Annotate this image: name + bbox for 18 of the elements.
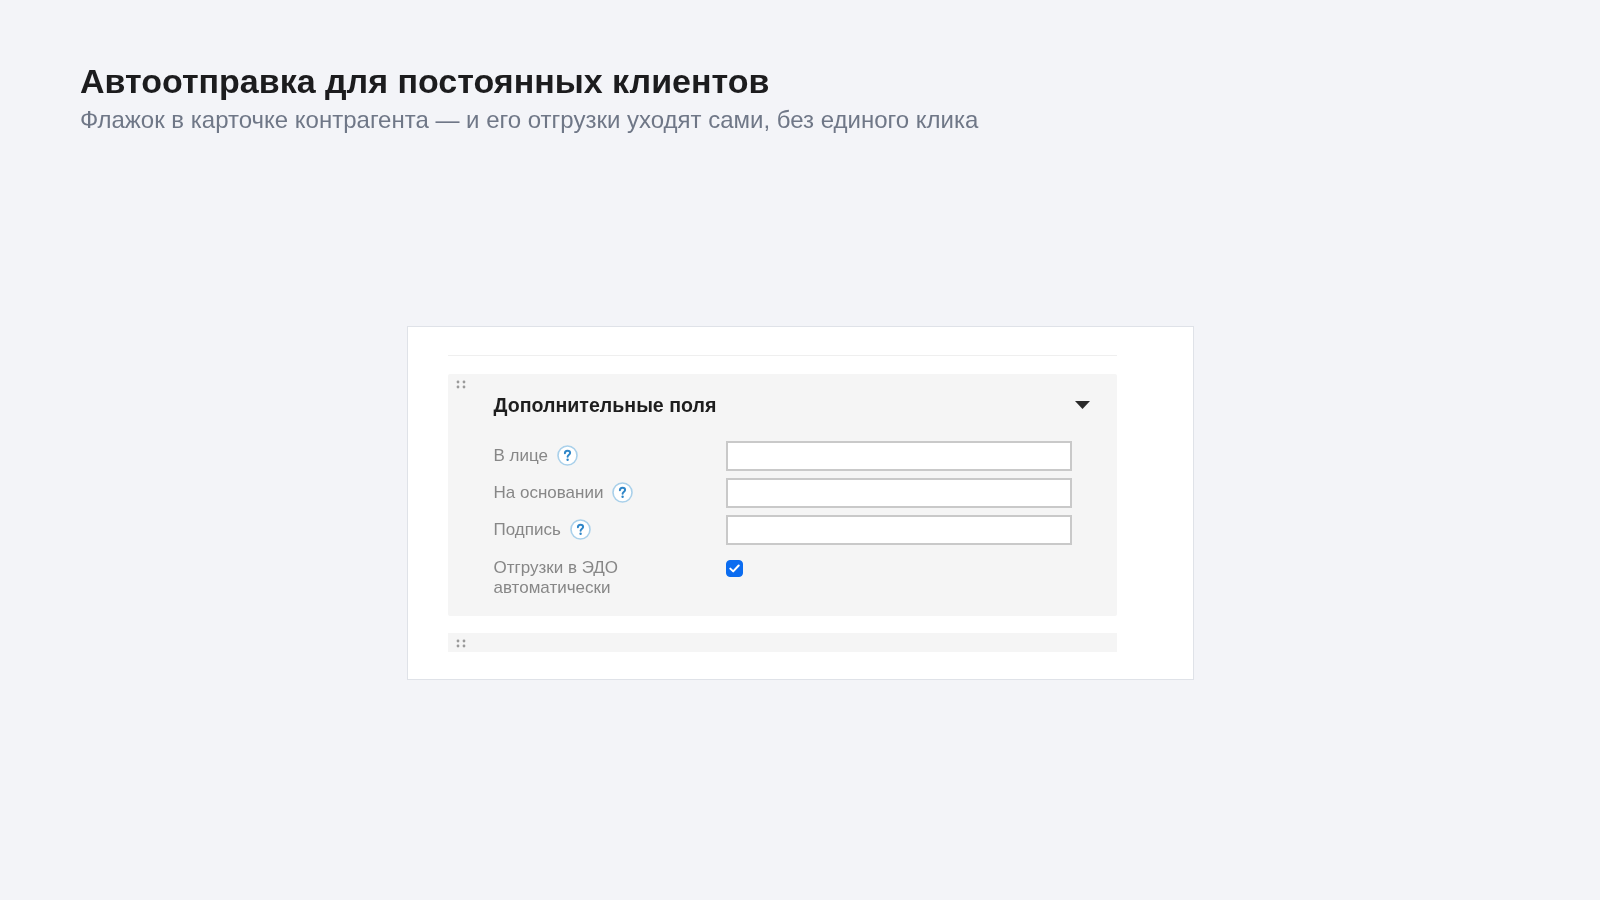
field-label: На основании [493, 482, 604, 503]
field-label: Подпись [493, 519, 561, 540]
field-label: Отгрузки в ЭДО автоматически [493, 557, 620, 598]
input-field[interactable] [725, 440, 1072, 471]
checkmark-icon [728, 563, 740, 573]
caret-icon[interactable] [1074, 400, 1090, 409]
input-field[interactable] [725, 514, 1072, 545]
panel-title: Дополнительные поля [493, 392, 717, 418]
help-icon[interactable] [557, 445, 578, 466]
page-subtitle: Флажок в карточке контрагента — и его отгрузки уходят сами, без единого клика [80, 105, 979, 135]
field-label: В лице [493, 445, 548, 466]
drag-handle-icon[interactable] [455, 379, 466, 389]
input-field[interactable] [725, 477, 1072, 508]
page-title: Автоотправка для постоянных клиентов [80, 61, 770, 102]
help-icon[interactable] [612, 482, 634, 503]
help-icon[interactable] [569, 519, 591, 540]
drag-handle-icon[interactable] [455, 638, 466, 648]
checkbox[interactable] [725, 559, 743, 577]
